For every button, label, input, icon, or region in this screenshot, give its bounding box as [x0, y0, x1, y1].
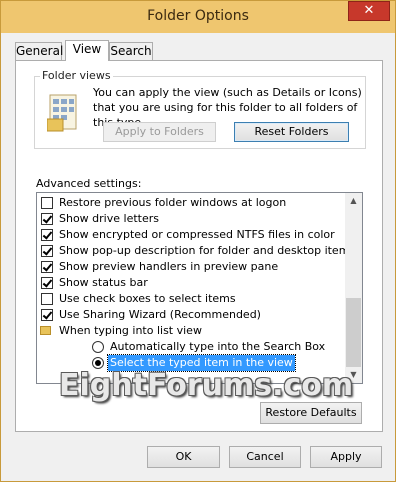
tree-scrollbar[interactable]: ▲ ▼: [345, 193, 362, 383]
scroll-up-icon[interactable]: ▲: [345, 193, 362, 209]
setting-label: Show encrypted or compressed NTFS files …: [59, 228, 335, 241]
setting-show-status-bar[interactable]: Show status bar: [37, 275, 347, 291]
cancel-label: Cancel: [246, 450, 284, 463]
setting-label: Use check boxes to select items: [59, 292, 236, 305]
close-icon: ✕: [363, 3, 375, 18]
setting-restore-previous-windows[interactable]: Restore previous folder windows at logon: [37, 195, 347, 211]
checkbox[interactable]: [41, 293, 53, 305]
folder-views-label: Folder views: [40, 69, 113, 82]
watermark-text: EightForums.com: [59, 368, 354, 403]
checkbox[interactable]: [41, 229, 53, 241]
ok-button[interactable]: OK: [147, 446, 220, 468]
folder-options-window: Folder Options ✕ General View Search Fol…: [0, 0, 396, 482]
setting-label: Show pop-up description for folder and d…: [59, 244, 356, 257]
folder-icon: [40, 326, 51, 335]
setting-label: Show preview handlers in preview pane: [59, 260, 279, 273]
checkbox[interactable]: [41, 309, 53, 321]
scroll-thumb[interactable]: [346, 298, 361, 367]
setting-label: Automatically type into the Search Box: [110, 340, 326, 353]
advanced-settings-tree[interactable]: Restore previous folder windows at logon…: [36, 192, 363, 384]
reset-folders-button[interactable]: Reset Folders: [234, 122, 349, 142]
tab-view[interactable]: View: [65, 40, 109, 61]
tab-search[interactable]: Search: [109, 42, 153, 60]
setting-show-preview-handlers[interactable]: Show preview handlers in preview pane: [37, 259, 347, 275]
radio-button[interactable]: [92, 341, 104, 353]
apply-label: Apply: [330, 450, 362, 463]
reset-folders-label: Reset Folders: [254, 125, 329, 138]
restore-defaults-label: Restore Defaults: [265, 406, 357, 419]
close-button[interactable]: ✕: [348, 1, 390, 21]
cancel-button[interactable]: Cancel: [229, 446, 301, 468]
setting-group-label: When typing into list view: [59, 324, 202, 337]
setting-group-typing-list-view: When typing into list view: [37, 323, 347, 339]
setting-show-encrypted-color[interactable]: Show encrypted or compressed NTFS files …: [37, 227, 347, 243]
advanced-settings-label: Advanced settings:: [36, 177, 142, 190]
folder-views-group: Folder views You can apply the view (suc…: [34, 69, 366, 149]
checkbox[interactable]: [41, 277, 53, 289]
ok-label: OK: [175, 450, 192, 463]
setting-label: Show status bar: [59, 276, 148, 289]
setting-label: Show drive letters: [59, 212, 159, 225]
setting-label: Restore previous folder windows at logon: [59, 196, 287, 209]
setting-label: Use Sharing Wizard (Recommended): [59, 308, 261, 321]
window-title: Folder Options: [147, 8, 249, 24]
setting-show-popup-description[interactable]: Show pop-up description for folder and d…: [37, 243, 355, 259]
setting-auto-type-search-box[interactable]: Automatically type into the Search Box: [37, 339, 347, 355]
setting-show-drive-letters[interactable]: Show drive letters: [37, 211, 347, 227]
restore-defaults-button[interactable]: Restore Defaults: [260, 402, 362, 424]
checkbox[interactable]: [41, 213, 53, 225]
checkbox[interactable]: [41, 261, 53, 273]
tab-general[interactable]: General: [15, 42, 63, 60]
apply-to-folders-label: Apply to Folders: [115, 125, 204, 138]
folder-views-icon: [47, 94, 77, 132]
apply-to-folders-button[interactable]: Apply to Folders: [103, 122, 216, 142]
apply-button[interactable]: Apply: [310, 446, 382, 468]
checkbox[interactable]: [41, 245, 53, 257]
setting-use-sharing-wizard[interactable]: Use Sharing Wizard (Recommended): [37, 307, 347, 323]
checkbox[interactable]: [41, 197, 53, 209]
title-bar[interactable]: Folder Options ✕: [1, 1, 395, 33]
setting-use-check-boxes[interactable]: Use check boxes to select items: [37, 291, 347, 307]
